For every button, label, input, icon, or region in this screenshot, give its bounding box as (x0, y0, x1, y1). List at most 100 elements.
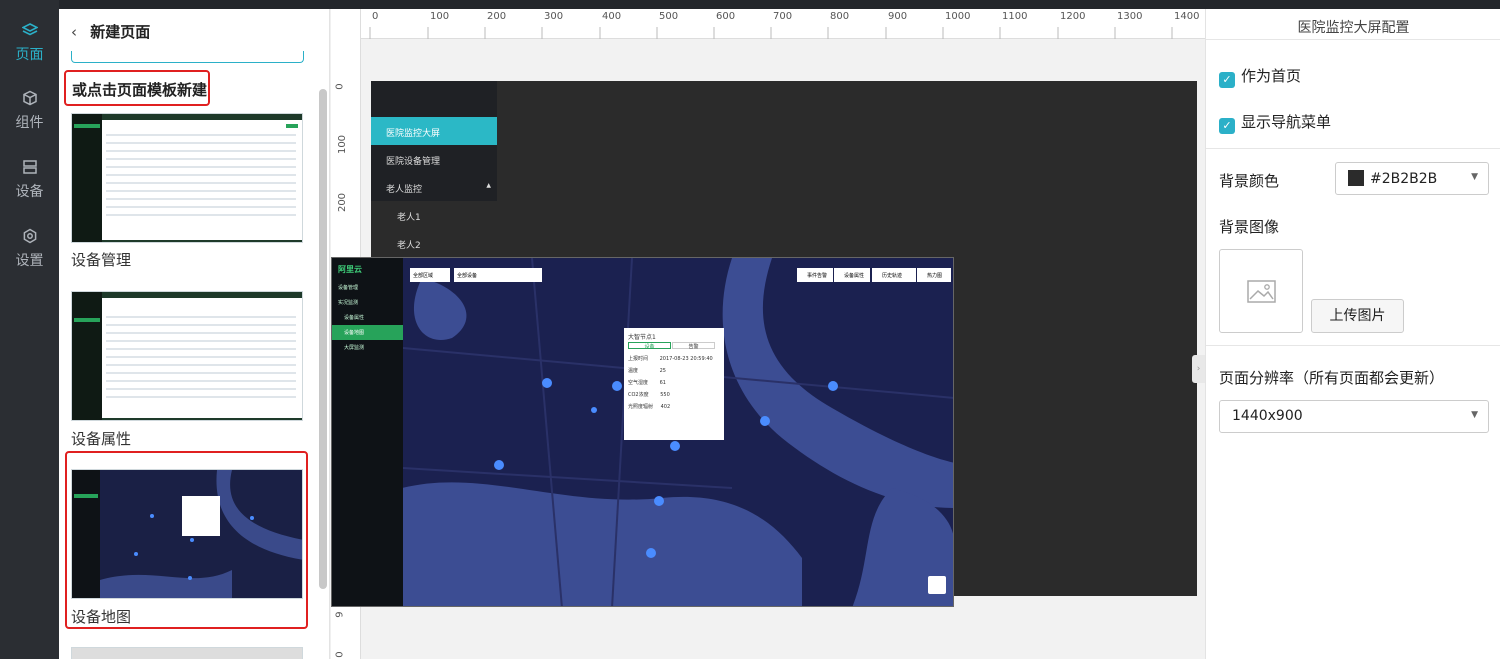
color-swatch (1348, 170, 1364, 186)
ruler-tick: 0 (334, 83, 346, 90)
rail-item-label: 设备 (15, 184, 44, 200)
image-placeholder-icon (1247, 280, 1276, 303)
popup-key: CO2浓度 (628, 392, 649, 398)
or-template-label: 或点击页面模板新建 (64, 70, 210, 106)
nav-item-hospital-devices[interactable]: 医院设备管理 (371, 145, 497, 173)
ruler-tick: 0 (372, 11, 379, 22)
map-popup: 大智节点1 设备 告警 上报时间 2017-08-23 20:59:40 温度 … (624, 328, 724, 440)
back-arrow-icon[interactable]: ‹ (71, 23, 77, 41)
template-label: 设备管理 (71, 251, 132, 269)
ruler-tick: 9 (334, 611, 346, 618)
map-filter-region: 全部区域 (410, 268, 450, 282)
config-title: 医院监控大屏配置 (1297, 20, 1410, 36)
map-side-item: 大屏监测 (344, 345, 365, 351)
panel-header: ‹ 新建页面 (71, 21, 150, 42)
ruler-tick: 1100 (1002, 11, 1028, 22)
ruler-tick: 1400 (1174, 11, 1200, 22)
divider (1206, 148, 1500, 149)
ruler-tick: 1300 (1117, 11, 1143, 22)
nav-spacer (371, 81, 497, 109)
ruler-tick: 600 (716, 11, 736, 22)
bg-image-label: 背景图像 (1219, 218, 1280, 236)
template-panel: ‹ 新建页面 或点击页面模板新建 设备管理 设备属性 设备地图 (59, 9, 330, 659)
chevron-down-icon: ▼ (1471, 410, 1478, 420)
popup-tab: 告警 (672, 342, 715, 350)
template-thumb-device-management[interactable] (71, 113, 303, 243)
ruler-tick: 200 (487, 11, 507, 22)
page-config-panel: 医院监控大屏配置 ✓ 作为首页 ✓ 显示导航菜单 背景颜色 #2B2B2B ▼ 背景… (1205, 9, 1500, 659)
set-home-checkbox[interactable]: ✓ 作为首页 (1219, 65, 1301, 88)
page-nav-menu: 医院监控大屏 医院设备管理 老人监控 ▲ 老人1 老人2 (371, 81, 497, 257)
rail-item-devices[interactable]: 设备 (0, 159, 59, 215)
popup-value: 2017-08-23 20:59:40 (659, 356, 713, 362)
popup-value: 402 (660, 404, 671, 410)
rail-item-label: 设置 (15, 253, 44, 269)
bg-color-value: #2B2B2B (1370, 171, 1438, 187)
map-button: 设备属性 (834, 268, 870, 282)
bg-image-preview[interactable] (1219, 249, 1303, 333)
ruler-tick: 1000 (945, 11, 971, 22)
popup-key: 空气湿度 (628, 380, 649, 386)
bg-color-label: 背景颜色 (1219, 172, 1280, 190)
nav-item-elderly-1[interactable]: 老人1 (371, 201, 497, 229)
popup-row: 上报时间 2017-08-23 20:59:40 (628, 355, 716, 362)
popup-row: CO2浓度 550 (628, 391, 716, 398)
nav-item-hospital-screen[interactable]: 医院监控大屏 (371, 117, 497, 145)
top-bar (0, 0, 1500, 9)
template-label: 设备地图 (71, 608, 132, 626)
nav-item-label: 老人监控 (386, 185, 423, 195)
popup-row: 温度 25 (628, 367, 716, 374)
map-sidebar: 阿里云 设备管理 实况监测 设备属性 设备地图 大屏监测 (332, 258, 403, 606)
chevron-down-icon: ▼ (1471, 172, 1478, 182)
ruler-tick: 1200 (1060, 11, 1086, 22)
resolution-select[interactable]: 1440x900 ▼ (1219, 400, 1489, 433)
popup-key: 温度 (628, 368, 639, 374)
popup-tab: 设备 (628, 342, 671, 350)
nav-item-elderly-2[interactable]: 老人2 (371, 229, 497, 257)
ruler-tick: 200 (337, 192, 349, 213)
rail-item-label: 组件 (15, 115, 44, 131)
ruler-tick: 100 (337, 134, 349, 155)
panel-scrollbar[interactable] (319, 89, 327, 589)
rail-item-components[interactable]: 组件 (0, 90, 59, 146)
rail-item-pages[interactable]: 页面 (0, 22, 59, 78)
divider (1206, 345, 1500, 346)
checkbox-label: 显示导航菜单 (1241, 113, 1332, 131)
popup-key: 光照度辐射 (628, 404, 654, 410)
check-icon: ✓ (1219, 118, 1235, 134)
bg-color-select[interactable]: #2B2B2B ▼ (1335, 162, 1489, 195)
rail-item-settings[interactable]: 设置 (0, 228, 59, 284)
rail-item-label: 页面 (15, 47, 44, 63)
design-canvas[interactable]: 0 100 200 300 400 500 600 700 800 900 10… (331, 9, 1205, 659)
layers-icon (0, 22, 59, 44)
left-icon-rail: 页面 组件 设备 设置 (0, 0, 59, 659)
collapse-panel-handle[interactable]: › (1192, 355, 1205, 383)
map-side-item: 设备属性 (344, 315, 365, 321)
show-nav-checkbox[interactable]: ✓ 显示导航菜单 (1219, 111, 1331, 134)
divider (1206, 39, 1500, 40)
template-label: 设备属性 (71, 430, 132, 448)
cube-icon (0, 90, 59, 112)
check-icon: ✓ (1219, 72, 1235, 88)
nav-item-elderly-monitor[interactable]: 老人监控 ▲ (371, 173, 497, 201)
upload-image-button[interactable]: 上传图片 (1311, 299, 1404, 333)
popup-row: 光照度辐射 402 (628, 403, 716, 410)
map-side-item: 设备地图 (332, 325, 403, 340)
caret-up-icon: ▲ (486, 182, 491, 189)
popup-row: 空气湿度 61 (628, 379, 716, 386)
popup-key: 上报时间 (628, 356, 649, 362)
popup-value: 61 (659, 380, 666, 386)
ruler-tick: 300 (544, 11, 564, 22)
checkbox-label: 作为首页 (1241, 67, 1302, 85)
ruler-tick: 500 (659, 11, 679, 22)
panel-title: 新建页面 (90, 23, 151, 41)
map-logo: 阿里云 (338, 265, 362, 274)
resolution-value: 1440x900 (1232, 408, 1303, 424)
template-thumb-more[interactable] (71, 647, 303, 659)
map-template-preview[interactable]: 阿里云 设备管理 实况监测 设备属性 设备地图 大屏监测 全部区域 全部设备 事… (331, 257, 954, 607)
ruler-tick: 900 (888, 11, 908, 22)
template-thumb-device-map[interactable] (71, 469, 303, 599)
page-name-input[interactable] (71, 51, 304, 63)
template-thumb-device-properties[interactable] (71, 291, 303, 421)
popup-title: 大智节点1 (628, 334, 656, 341)
